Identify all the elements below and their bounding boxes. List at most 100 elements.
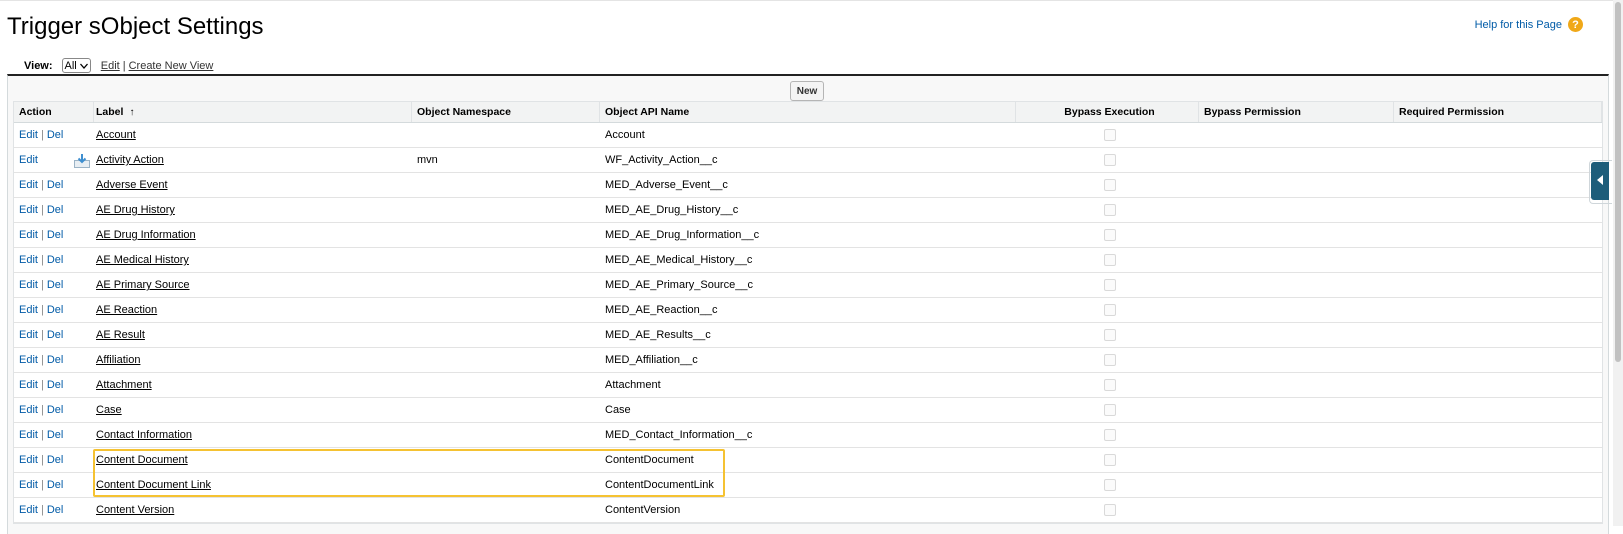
row-bypass-permission bbox=[1199, 148, 1394, 172]
row-label-link[interactable]: Account bbox=[96, 129, 136, 141]
row-required-permission bbox=[1394, 148, 1602, 172]
row-api-name: MED_AE_Results__c bbox=[605, 329, 711, 341]
row-required-permission bbox=[1394, 323, 1602, 347]
view-edit-link[interactable]: Edit bbox=[101, 60, 120, 72]
row-required-permission bbox=[1394, 398, 1602, 422]
del-link[interactable]: Del bbox=[47, 504, 64, 516]
row-bypass-execution bbox=[1016, 173, 1199, 197]
table-row: Edit | Del Account Account bbox=[14, 123, 1602, 148]
del-link[interactable]: Del bbox=[47, 454, 64, 466]
edit-link[interactable]: Edit bbox=[19, 304, 38, 316]
row-bypass-execution bbox=[1016, 273, 1199, 297]
row-required-permission bbox=[1394, 498, 1602, 522]
del-link[interactable]: Del bbox=[47, 379, 64, 391]
action-separator: | bbox=[40, 229, 44, 241]
row-label-link[interactable]: AE Drug Information bbox=[96, 229, 196, 241]
header-bypass-permission[interactable]: Bypass Permission bbox=[1199, 102, 1394, 122]
row-label-link[interactable]: Attachment bbox=[96, 379, 152, 391]
row-api-name: Case bbox=[605, 404, 631, 416]
del-link[interactable]: Del bbox=[47, 479, 64, 491]
del-link[interactable]: Del bbox=[47, 404, 64, 416]
del-link[interactable]: Del bbox=[47, 129, 64, 141]
row-label: AE Reaction bbox=[94, 298, 412, 322]
del-link[interactable]: Del bbox=[47, 304, 64, 316]
edit-link[interactable]: Edit bbox=[19, 379, 38, 391]
del-link[interactable]: Del bbox=[47, 354, 64, 366]
action-separator: | bbox=[40, 329, 44, 341]
edit-link[interactable]: Edit bbox=[19, 479, 38, 491]
bypass-execution-checkbox bbox=[1104, 154, 1116, 166]
view-select[interactable]: All bbox=[61, 58, 91, 73]
collapse-panel-tab[interactable] bbox=[1589, 160, 1612, 204]
header-label[interactable]: Label ↑ bbox=[94, 102, 412, 122]
header-bypass-execution[interactable]: Bypass Execution bbox=[1016, 102, 1199, 122]
table-row: Edit | Del AE Reaction MED_AE_Reaction__c bbox=[14, 298, 1602, 323]
del-link[interactable]: Del bbox=[47, 204, 64, 216]
header-action: Action bbox=[14, 102, 94, 122]
row-label-link[interactable]: Affiliation bbox=[96, 354, 140, 366]
edit-link[interactable]: Edit bbox=[19, 179, 38, 191]
row-label-link[interactable]: Content Document Link bbox=[96, 479, 211, 491]
del-link[interactable]: Del bbox=[47, 329, 64, 341]
del-link[interactable]: Del bbox=[47, 179, 64, 191]
view-separator: | bbox=[122, 59, 126, 72]
edit-link[interactable]: Edit bbox=[19, 429, 38, 441]
row-bypass-execution bbox=[1016, 498, 1199, 522]
row-label: AE Primary Source bbox=[94, 273, 412, 297]
row-namespace bbox=[412, 223, 600, 247]
edit-link[interactable]: Edit bbox=[19, 279, 38, 291]
header-required-permission[interactable]: Required Permission bbox=[1394, 102, 1602, 122]
table-row: Edit Activity Action mvn WF_Activity_Act… bbox=[14, 148, 1602, 173]
edit-link[interactable]: Edit bbox=[19, 154, 38, 166]
row-label-link[interactable]: AE Result bbox=[96, 329, 145, 341]
table-row: Edit | Del Affiliation MED_Affiliation__c bbox=[14, 348, 1602, 373]
row-bypass-execution bbox=[1016, 423, 1199, 447]
row-label: Adverse Event bbox=[94, 173, 412, 197]
del-link[interactable]: Del bbox=[47, 254, 64, 266]
page-scrollbar[interactable] bbox=[1613, 0, 1623, 526]
row-label-link[interactable]: Case bbox=[96, 404, 122, 416]
row-required-permission bbox=[1394, 173, 1602, 197]
edit-link[interactable]: Edit bbox=[19, 254, 38, 266]
row-label-link[interactable]: Contact Information bbox=[96, 429, 192, 441]
del-link[interactable]: Del bbox=[47, 229, 64, 241]
del-link[interactable]: Del bbox=[47, 279, 64, 291]
edit-link[interactable]: Edit bbox=[19, 229, 38, 241]
row-label-link[interactable]: AE Medical History bbox=[96, 254, 189, 266]
edit-link[interactable]: Edit bbox=[19, 454, 38, 466]
row-label-link[interactable]: AE Reaction bbox=[96, 304, 157, 316]
row-actions: Edit | Del bbox=[14, 123, 94, 147]
del-link[interactable]: Del bbox=[47, 429, 64, 441]
bypass-execution-checkbox bbox=[1104, 429, 1116, 441]
action-separator: | bbox=[40, 279, 44, 291]
help-link[interactable]: Help for this Page bbox=[1475, 19, 1562, 31]
edit-link[interactable]: Edit bbox=[19, 129, 38, 141]
edit-link[interactable]: Edit bbox=[19, 354, 38, 366]
sort-ascending-icon[interactable]: ↑ bbox=[129, 107, 134, 118]
help-icon[interactable]: ? bbox=[1568, 17, 1583, 32]
row-bypass-permission bbox=[1199, 448, 1394, 472]
action-separator: | bbox=[40, 204, 44, 216]
row-api-name: MED_Adverse_Event__c bbox=[605, 179, 728, 191]
row-api-name: Account bbox=[605, 129, 645, 141]
create-new-view-link[interactable]: Create New View bbox=[129, 60, 214, 72]
row-label-link[interactable]: AE Primary Source bbox=[96, 279, 190, 291]
row-bypass-permission bbox=[1199, 198, 1394, 222]
row-label-link[interactable]: Activity Action bbox=[96, 154, 164, 166]
row-api-name: MED_AE_Medical_History__c bbox=[605, 254, 753, 266]
edit-link[interactable]: Edit bbox=[19, 404, 38, 416]
row-label-link[interactable]: Content Document bbox=[96, 454, 188, 466]
table-row: Edit | Del Attachment Attachment bbox=[14, 373, 1602, 398]
new-button[interactable]: New bbox=[790, 81, 824, 101]
row-label-link[interactable]: Content Version bbox=[96, 504, 174, 516]
help-link-group[interactable]: Help for this Page ? bbox=[1475, 17, 1583, 32]
header-api-name[interactable]: Object API Name bbox=[600, 102, 1016, 122]
row-label-link[interactable]: AE Drug History bbox=[96, 204, 175, 216]
edit-link[interactable]: Edit bbox=[19, 204, 38, 216]
edit-link[interactable]: Edit bbox=[19, 504, 38, 516]
edit-link[interactable]: Edit bbox=[19, 329, 38, 341]
scrollbar-thumb[interactable] bbox=[1615, 2, 1621, 362]
table-row: Edit | Del AE Medical History MED_AE_Medic… bbox=[14, 248, 1602, 273]
row-label-link[interactable]: Adverse Event bbox=[96, 179, 168, 191]
header-namespace[interactable]: Object Namespace bbox=[412, 102, 600, 122]
